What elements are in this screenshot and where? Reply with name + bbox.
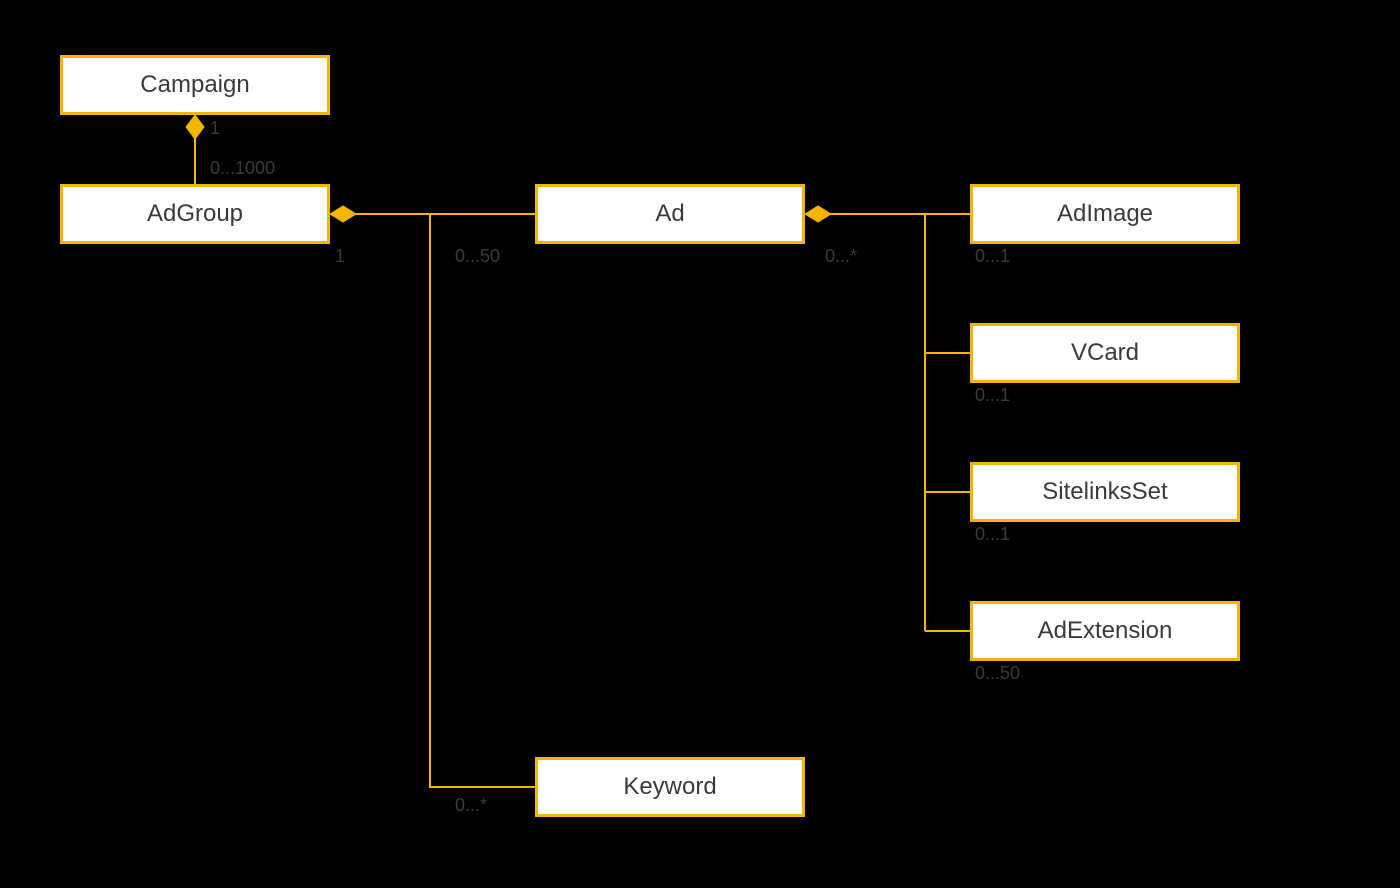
entity-label: VCard [1071,339,1139,367]
mult-adgroup-0-1000: 0...1000 [210,158,275,179]
entity-keyword: Keyword [535,757,805,817]
mult-adimage-0-1: 0...1 [975,246,1010,267]
mult-sitelinks-0-1: 0...1 [975,524,1010,545]
mult-adext-0-50: 0...50 [975,663,1020,684]
entity-label: SitelinksSet [1042,478,1167,506]
entity-label: Keyword [623,773,716,801]
entity-label: AdExtension [1038,617,1173,645]
diamond-adgroup [330,206,356,222]
entity-label: Campaign [140,71,249,99]
entity-adgroup: AdGroup [60,184,330,244]
mult-vcard-0-1: 0...1 [975,385,1010,406]
entity-label: AdImage [1057,200,1153,228]
diamond-campaign [186,115,204,139]
entity-adimage: AdImage [970,184,1240,244]
diamond-ad [805,206,831,222]
entity-ad: Ad [535,184,805,244]
mult-adgroup-1: 1 [335,246,345,267]
entity-label: AdGroup [147,200,243,228]
edge-adgroup-keyword [430,214,535,787]
mult-ad-0-50: 0...50 [455,246,500,267]
mult-keyword-0-star: 0...* [455,795,487,816]
entity-label: Ad [655,200,684,228]
mult-campaign-1: 1 [210,118,220,139]
entity-adextension: AdExtension [970,601,1240,661]
mult-ad-0-star: 0...* [825,246,857,267]
entity-campaign: Campaign [60,55,330,115]
entity-sitelinksset: SitelinksSet [970,462,1240,522]
entity-vcard: VCard [970,323,1240,383]
